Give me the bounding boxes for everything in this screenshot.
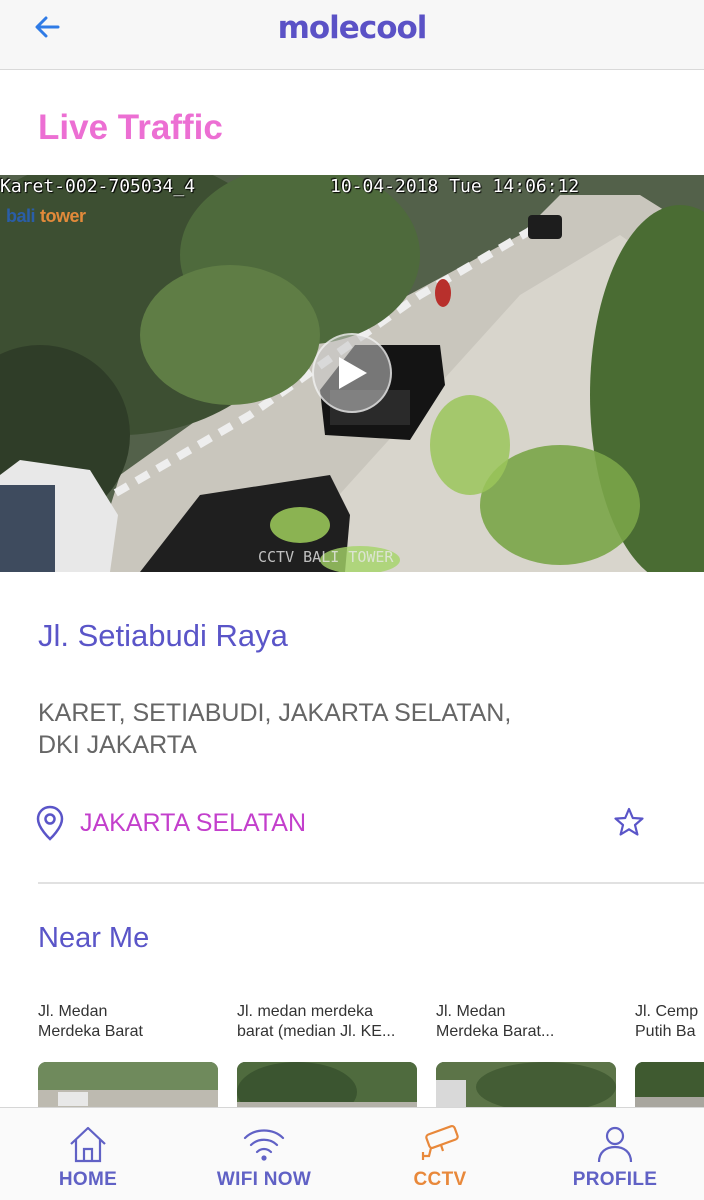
svg-text:tower: tower xyxy=(40,206,86,226)
tab-wifi-now[interactable]: WIFI NOW xyxy=(194,1108,334,1200)
map-pin-icon xyxy=(36,805,64,841)
star-outline-icon xyxy=(614,807,644,836)
tab-home-label: HOME xyxy=(58,1169,118,1190)
cctv-camera-icon xyxy=(421,1125,459,1160)
section-divider xyxy=(38,882,704,884)
favorite-button[interactable] xyxy=(612,805,646,839)
near-me-title: Near Me xyxy=(38,922,150,954)
top-nav-bar: molecool xyxy=(0,0,704,70)
app-logo: molecool xyxy=(277,10,428,46)
tab-home[interactable]: HOME xyxy=(18,1108,158,1200)
near-me-card[interactable]: Jl. Medan Merdeka Barat xyxy=(38,1002,218,1107)
svg-text:bali: bali xyxy=(6,206,35,226)
cctv-bali-tower-overlay: CCTV BALI TOWER xyxy=(258,548,394,566)
near-me-card-thumbnail xyxy=(237,1062,417,1107)
play-button[interactable] xyxy=(312,333,392,413)
address-text: KARET, SETIABUDI, JAKARTA SELATAN, DKI J… xyxy=(38,699,512,759)
near-me-card[interactable]: Jl. Cemp Putih Ba xyxy=(635,1002,704,1107)
tab-cctv[interactable]: CCTV xyxy=(370,1108,510,1200)
near-me-card-thumbnail xyxy=(436,1062,616,1107)
road-name: Jl. Setiabudi Raya xyxy=(38,618,288,653)
tab-cctv-label: CCTV xyxy=(413,1169,467,1190)
camera-id-overlay: Karet-002-705034_4 xyxy=(0,176,196,197)
balitower-logo: bali tower xyxy=(6,206,87,226)
region-label: JAKARTA SELATAN xyxy=(80,808,307,837)
timestamp-overlay: 10-04-2018 Tue 14:06:12 xyxy=(330,176,580,197)
wifi-icon xyxy=(243,1129,285,1161)
user-icon xyxy=(597,1126,633,1163)
near-me-card[interactable]: Jl. Medan Merdeka Barat... xyxy=(436,1002,616,1107)
region-row: JAKARTA SELATAN xyxy=(36,803,306,843)
balitower-watermark: bali tower xyxy=(6,205,110,232)
near-me-card-label: Jl. Medan Merdeka Barat xyxy=(38,1003,143,1040)
tab-profile[interactable]: PROFILE xyxy=(545,1108,685,1200)
live-traffic-title: Live Traffic xyxy=(38,108,223,147)
tab-wifi-now-label: WIFI NOW xyxy=(216,1169,312,1190)
bottom-tab-bar: HOME WIFI NOW CCTV PROFILE xyxy=(0,1107,704,1200)
tab-profile-label: PROFILE xyxy=(572,1169,658,1190)
near-me-card-thumbnail xyxy=(38,1062,218,1107)
near-me-card-label: Jl. medan merdeka barat (median Jl. KE..… xyxy=(237,1003,396,1040)
near-me-card[interactable]: Jl. medan merdeka barat (median Jl. KE..… xyxy=(237,1002,417,1107)
home-icon xyxy=(70,1126,106,1163)
near-me-card-label: Jl. Medan Merdeka Barat... xyxy=(436,1003,555,1040)
near-me-card-label: Jl. Cemp Putih Ba xyxy=(635,1003,699,1040)
near-me-card-thumbnail xyxy=(635,1062,704,1107)
play-icon xyxy=(339,357,367,389)
near-me-carousel[interactable]: Jl. Medan Merdeka Barat Jl. medan merdek… xyxy=(38,1002,704,1107)
